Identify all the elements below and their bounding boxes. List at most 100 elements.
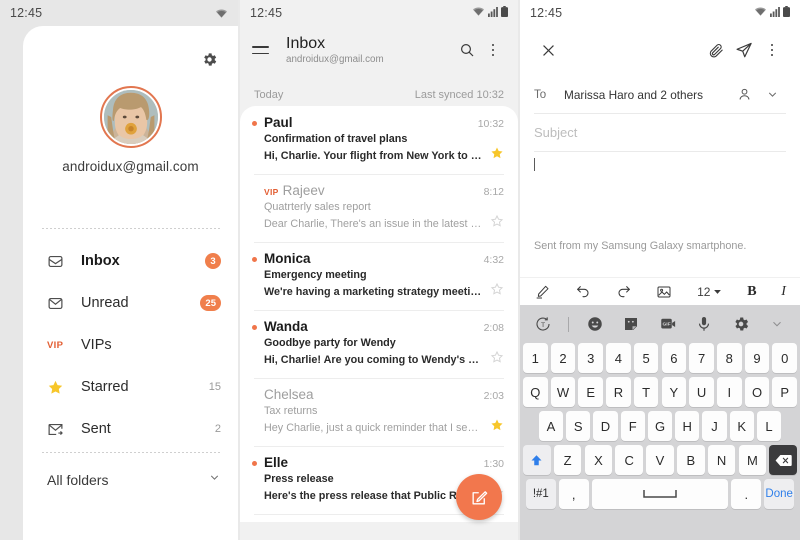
key-0[interactable]: 0 <box>772 343 797 373</box>
key-g[interactable]: G <box>647 411 673 441</box>
done-key[interactable]: Done <box>764 479 795 509</box>
backspace-icon[interactable] <box>769 445 797 475</box>
key-p[interactable]: P <box>772 377 797 407</box>
paperclip-icon[interactable] <box>702 36 730 64</box>
key-n[interactable]: N <box>707 445 736 475</box>
key-k[interactable]: K <box>729 411 754 441</box>
key-6[interactable]: 6 <box>661 343 687 373</box>
key-e[interactable]: E <box>578 377 603 407</box>
page-title: Inbox <box>286 35 326 52</box>
table-row[interactable]: Wanda 2:08 Goodbye party for Wendy Hi, C… <box>240 310 518 378</box>
microphone-icon[interactable] <box>693 313 715 335</box>
key-c[interactable]: C <box>615 445 643 475</box>
table-row[interactable]: Monica 4:32 Emergency meeting We're havi… <box>240 242 518 310</box>
hamburger-icon[interactable] <box>252 39 274 61</box>
table-row[interactable]: Chelsea 2:03 Tax returns Hey Charlie, ju… <box>240 378 518 446</box>
shift-up-icon[interactable] <box>523 445 551 475</box>
sidebar-item-label: VIPs <box>81 337 112 353</box>
key-x[interactable]: X <box>584 445 613 475</box>
sidebar-item-sent[interactable]: Sent 2 <box>23 408 238 450</box>
key-y[interactable]: Y <box>661 377 687 407</box>
insert-image-icon[interactable] <box>656 281 672 303</box>
mail-sender: Rajeev <box>282 183 325 198</box>
italic-icon[interactable]: I <box>781 281 786 303</box>
emoji-icon[interactable] <box>584 313 606 335</box>
key-b[interactable]: B <box>676 445 705 475</box>
key-o[interactable]: O <box>744 377 770 407</box>
vip-badge: VIP <box>264 187 279 197</box>
key-1[interactable]: 1 <box>523 343 548 373</box>
gear-icon[interactable] <box>196 46 222 72</box>
key-l[interactable]: L <box>756 411 782 441</box>
key-9[interactable]: 9 <box>744 343 770 373</box>
wifi-icon <box>215 8 228 19</box>
signature-text: Sent from my Samsung Galaxy smartphone. <box>534 240 747 252</box>
key-4[interactable]: 4 <box>606 343 631 373</box>
key-r[interactable]: R <box>606 377 631 407</box>
mail-preview: We're having a marketing strategy meetin… <box>264 285 482 298</box>
kebab-menu-icon[interactable] <box>758 36 786 64</box>
table-row[interactable]: Paul 10:32 Confirmation of travel plans … <box>240 106 518 174</box>
star-icon[interactable] <box>490 146 504 165</box>
key-a[interactable]: A <box>538 411 564 441</box>
sidebar-item-starred[interactable]: Starred 15 <box>23 366 238 408</box>
key-u[interactable]: U <box>689 377 714 407</box>
key-v[interactable]: V <box>646 445 674 475</box>
key-3[interactable]: 3 <box>578 343 603 373</box>
kebab-menu-icon[interactable] <box>480 37 506 63</box>
translate-icon[interactable]: T <box>532 313 554 335</box>
key-d[interactable]: D <box>593 411 618 441</box>
send-icon[interactable] <box>730 36 758 64</box>
mail-sender: Paul <box>264 115 293 130</box>
redo-icon[interactable] <box>616 281 632 303</box>
star-icon[interactable] <box>490 418 504 437</box>
table-row[interactable]: VIP Rajeev 8:12 Quatrterly sales report … <box>240 174 518 242</box>
star-icon[interactable] <box>490 214 504 233</box>
comma-key[interactable]: , <box>558 479 589 509</box>
avatar[interactable] <box>99 86 162 148</box>
undo-icon[interactable] <box>575 281 591 303</box>
search-icon[interactable] <box>454 37 480 63</box>
gear-icon[interactable] <box>730 313 752 335</box>
sidebar-item-unread[interactable]: Unread 25 <box>23 282 238 324</box>
chevron-down-icon[interactable] <box>758 81 786 109</box>
key-q[interactable]: Q <box>523 377 548 407</box>
key-z[interactable]: Z <box>553 445 582 475</box>
key-f[interactable]: F <box>620 411 645 441</box>
key-i[interactable]: I <box>717 377 742 407</box>
key-s[interactable]: S <box>566 411 591 441</box>
space-bar-icon[interactable] <box>591 479 729 509</box>
gif-icon[interactable]: GIF <box>657 313 679 335</box>
chevron-down-icon[interactable] <box>766 313 788 335</box>
mail-subject: Quatrterly sales report <box>264 201 371 213</box>
star-icon[interactable] <box>490 282 504 301</box>
sidebar-item-label: Inbox <box>81 253 120 269</box>
star-icon[interactable] <box>490 350 504 369</box>
bold-icon[interactable]: B <box>747 281 756 303</box>
key-8[interactable]: 8 <box>717 343 742 373</box>
pen-highlighter-icon[interactable] <box>534 281 550 303</box>
font-size-control[interactable]: 12 <box>697 285 722 299</box>
period-key[interactable]: . <box>731 479 762 509</box>
key-t[interactable]: T <box>633 377 659 407</box>
item-count: 15 <box>208 381 221 393</box>
to-field-row[interactable]: To Marissa Haro and 2 others <box>534 76 786 114</box>
subject-input[interactable]: Subject <box>534 125 577 140</box>
to-recipients-value[interactable]: Marissa Haro and 2 others <box>564 88 730 102</box>
key-h[interactable]: H <box>675 411 700 441</box>
key-2[interactable]: 2 <box>550 343 576 373</box>
key-w[interactable]: W <box>550 377 576 407</box>
symbols-key[interactable]: !#1 <box>525 479 556 509</box>
person-icon[interactable] <box>730 81 758 109</box>
sidebar-item-vips[interactable]: VIP VIPs <box>23 324 238 366</box>
subject-field-row[interactable]: Subject <box>534 114 786 152</box>
key-7[interactable]: 7 <box>689 343 714 373</box>
all-folders-row[interactable]: All folders <box>23 463 238 497</box>
compose-fab-button[interactable] <box>456 474 502 520</box>
key-j[interactable]: J <box>702 411 727 441</box>
key-m[interactable]: M <box>738 445 767 475</box>
sticker-icon[interactable] <box>620 313 642 335</box>
key-5[interactable]: 5 <box>633 343 659 373</box>
close-icon[interactable] <box>534 36 562 64</box>
sidebar-item-inbox[interactable]: Inbox 3 <box>23 240 238 282</box>
